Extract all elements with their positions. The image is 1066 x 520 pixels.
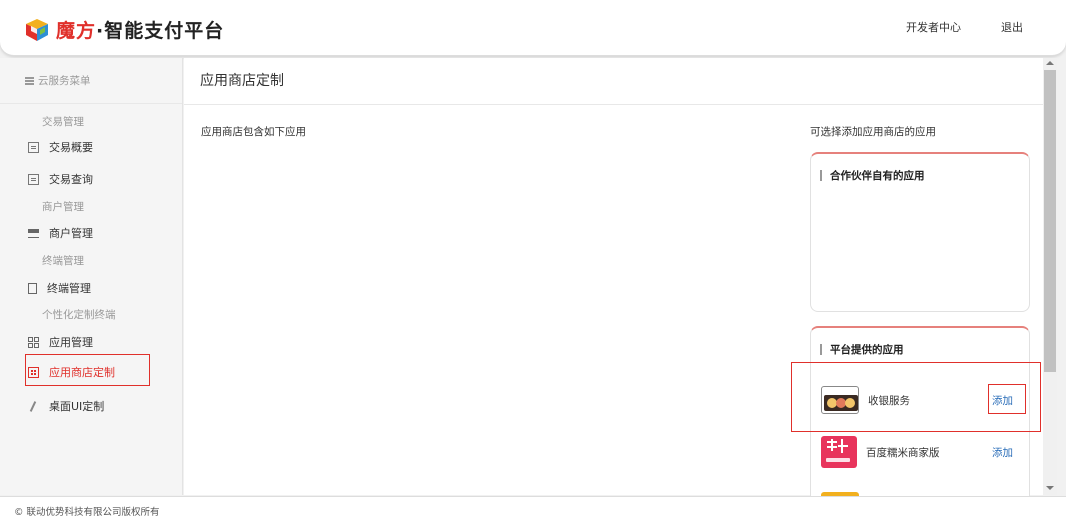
sidebar-item-transaction-summary[interactable]: 交易概要 [28,139,93,155]
platform-panel-title: 平台提供的应用 [830,344,904,356]
platform-subtitle: ·智能支付平台 [96,20,225,42]
add-app-button[interactable]: 添加 [992,445,1013,460]
footer: © 联动优势科技有限公司版权所有 [0,496,1066,520]
scroll-thumb[interactable] [1044,70,1056,372]
sidebar-item-app-management[interactable]: 应用管理 [28,334,93,350]
add-button-highlight [988,384,1026,414]
nuomi-app-icon [821,436,857,468]
brand-name: 魔方 [56,20,97,42]
sidebar-title: 云服务菜单 [38,75,91,87]
panel-header: 合作伙伴自有的应用 [811,154,1029,183]
terminal-icon [28,282,37,294]
sidebar-item-label: 交易概要 [49,141,93,154]
group-label-transactions: 交易管理 [42,116,84,128]
platform-title: 魔方·智能支付平台 [56,16,224,43]
grid-icon [28,336,39,348]
group-label-custom-terminal: 个性化定制终端 [42,309,116,321]
top-header: 魔方·智能支付平台 开发者中心 退出 [0,0,1066,56]
copyright-text: © 联动优势科技有限公司版权所有 [14,507,160,518]
included-apps-label: 应用商店包含如下应用 [201,126,306,138]
store-icon [28,228,39,238]
group-label-terminals: 终端管理 [42,255,84,267]
sidebar-item-terminal-management[interactable]: 终端管理 [28,280,91,296]
app-name: 百度糯米商家版 [866,446,940,459]
sidebar-item-merchant-management[interactable]: 商户管理 [28,225,93,241]
scroll-up-arrow-icon[interactable] [1046,61,1054,65]
rubiks-cube-logo-icon [24,18,50,42]
partner-apps-panel: 合作伙伴自有的应用 [810,152,1030,312]
sidebar-header: 云服务菜单 [0,58,182,104]
logo[interactable]: 魔方·智能支付平台 [24,16,224,43]
document-icon [28,141,39,153]
active-item-highlight [25,354,150,386]
menu-icon [25,77,34,85]
developer-center-link[interactable]: 开发者中心 [906,19,961,35]
available-apps-label: 可选择添加应用商店的应用 [810,126,936,138]
app-row-nuomi: 百度糯米商家版 添加 [821,436,1021,468]
list-icon [28,173,39,185]
sidebar-item-desktop-ui-custom[interactable]: 桌面UI定制 [28,398,104,414]
partner-panel-title: 合作伙伴自有的应用 [830,170,925,182]
sidebar-item-label: 商户管理 [49,227,93,240]
sidebar-item-label: 桌面UI定制 [49,400,105,413]
sidebar: 云服务菜单 交易管理 交易概要 交易查询 商户管理 商户管理 终端管理 终端管理… [0,58,183,495]
logout-link[interactable]: 退出 [1001,19,1023,35]
header-bar [820,344,822,355]
panel-header: 平台提供的应用 [811,328,1029,357]
page-title: 应用商店定制 [184,58,1043,105]
sidebar-item-label: 应用管理 [49,336,93,349]
vertical-scrollbar[interactable] [1043,58,1057,495]
sidebar-item-transaction-query[interactable]: 交易查询 [28,171,93,187]
header-bar [820,170,822,181]
brush-icon [28,401,39,412]
main-content: 应用商店定制 应用商店包含如下应用 可选择添加应用商店的应用 合作伙伴自有的应用… [184,58,1043,506]
group-label-merchants: 商户管理 [42,201,84,213]
scroll-down-arrow-icon[interactable] [1046,486,1054,490]
sidebar-item-label: 终端管理 [47,282,91,295]
sidebar-item-label: 交易查询 [49,173,93,186]
